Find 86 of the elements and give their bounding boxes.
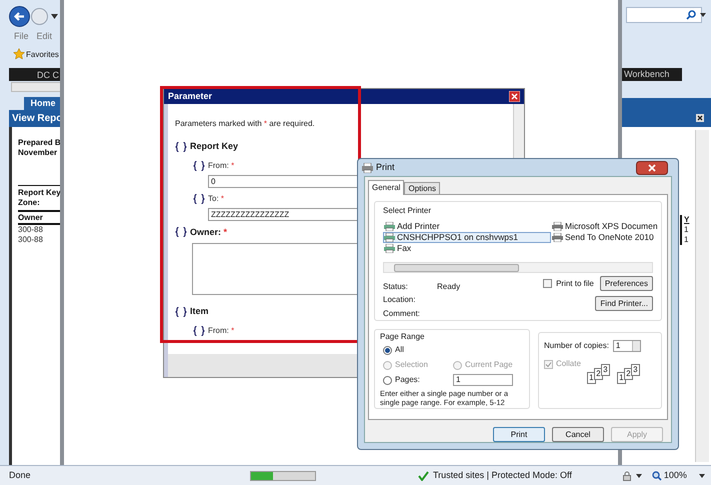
checkbox-label: Print to file bbox=[556, 278, 594, 290]
horizontal-scrollbar[interactable] bbox=[383, 262, 653, 273]
field-label: Report Key bbox=[190, 140, 238, 153]
field-label: From: * bbox=[208, 160, 234, 172]
field-label: Owner: * bbox=[190, 226, 228, 238]
field-label: Comment: bbox=[383, 308, 421, 320]
preferences-button[interactable]: Preferences bbox=[600, 276, 653, 291]
radio-button[interactable] bbox=[383, 376, 392, 384]
dropdown-caret-icon[interactable] bbox=[698, 474, 705, 478]
status-value: Ready bbox=[437, 281, 460, 293]
nav-bar: Workbench bbox=[622, 68, 682, 81]
field-label: To: * bbox=[208, 192, 224, 204]
braces-icon bbox=[193, 160, 205, 170]
printer-icon bbox=[552, 222, 563, 231]
field-label: Item bbox=[190, 305, 209, 318]
collate-pages-drawing: 1 2 3 bbox=[586, 362, 611, 386]
zoom-icon[interactable] bbox=[652, 470, 662, 480]
printer-icon bbox=[552, 233, 563, 242]
report-text: 1 bbox=[684, 235, 690, 245]
braces-icon bbox=[175, 306, 187, 317]
scrollbar[interactable] bbox=[695, 130, 709, 462]
nav-bar bbox=[9, 68, 62, 81]
dialog-button[interactable]: Cancel bbox=[552, 427, 604, 442]
printer-item[interactable]: Add Printer bbox=[383, 221, 551, 232]
menu-item[interactable]: Edit bbox=[36, 30, 52, 44]
braces-icon bbox=[175, 142, 187, 152]
radio-label: All bbox=[395, 344, 404, 356]
braces-icon bbox=[175, 227, 187, 238]
pages-input[interactable]: 1 bbox=[453, 374, 513, 386]
radio-label: Pages: bbox=[395, 374, 420, 386]
checkbox[interactable] bbox=[543, 279, 552, 288]
security-zone: Trusted sites | Protected Mode: Off bbox=[433, 468, 572, 482]
group-legend: Page Range bbox=[380, 331, 524, 343]
dropdown-caret-icon[interactable] bbox=[51, 14, 58, 19]
search-icon[interactable] bbox=[686, 10, 696, 20]
report-text: 1 bbox=[684, 225, 690, 235]
printer-item[interactable]: Fax bbox=[383, 243, 551, 254]
dialog-tab[interactable]: Options bbox=[404, 182, 440, 195]
report-text: Prepared B bbox=[18, 138, 62, 148]
printer-icon bbox=[384, 222, 395, 231]
menu-item[interactable]: File bbox=[14, 30, 29, 44]
group-legend: Select Printer bbox=[383, 205, 653, 217]
scrollbar[interactable] bbox=[11, 82, 62, 92]
dropdown-caret-icon[interactable] bbox=[636, 474, 642, 478]
braces-icon bbox=[193, 326, 205, 336]
dialog-title: Parameter bbox=[168, 90, 212, 103]
dialog-button[interactable]: Print bbox=[493, 427, 545, 442]
back-button[interactable] bbox=[9, 6, 30, 27]
field-label: Location: bbox=[383, 294, 416, 306]
close-button[interactable] bbox=[636, 160, 668, 174]
check-icon bbox=[418, 470, 429, 480]
find-printer-button[interactable]: Find Printer... bbox=[595, 296, 653, 311]
close-icon[interactable] bbox=[696, 114, 704, 122]
radio-label: Current Page bbox=[465, 359, 513, 371]
printer-item[interactable]: CNSHCHPPSO1 on cnshvwps1 bbox=[383, 232, 551, 243]
printer-item[interactable]: Microsoft XPS Documen bbox=[551, 221, 659, 232]
nav-title: DC C bbox=[37, 69, 59, 82]
radio-button[interactable] bbox=[383, 346, 392, 354]
collate-pages-drawing: 1 2 3 bbox=[616, 362, 641, 386]
field-label: From: * bbox=[208, 324, 234, 336]
required-note: Parameters marked with * are required. bbox=[175, 118, 316, 130]
radio-label: Selection bbox=[395, 359, 428, 371]
favorites-button[interactable]: Favorites bbox=[26, 49, 59, 61]
report-text: Y bbox=[684, 215, 690, 225]
dialog-title: Print bbox=[376, 160, 395, 174]
zoom-level[interactable]: 100% bbox=[664, 468, 687, 482]
star-icon bbox=[13, 48, 25, 60]
printer-icon bbox=[384, 244, 395, 253]
printer-icon bbox=[384, 233, 395, 242]
checkbox-label: Collate bbox=[556, 358, 581, 370]
report-text: Zone: bbox=[18, 198, 41, 208]
report-text: November bbox=[18, 148, 58, 158]
field-label: Status: bbox=[383, 281, 409, 293]
dropdown-caret-icon[interactable] bbox=[700, 13, 706, 17]
lock-icon[interactable] bbox=[622, 470, 632, 480]
copies-spinner[interactable]: 1 bbox=[612, 340, 641, 352]
search-field[interactable] bbox=[626, 7, 702, 23]
report-text: 300-88 bbox=[18, 235, 44, 245]
dialog-tab[interactable]: General bbox=[368, 180, 404, 195]
status-text: Done bbox=[9, 468, 32, 482]
printer-icon bbox=[362, 162, 373, 172]
home-tab[interactable]: Home bbox=[24, 97, 62, 110]
report-text: 300-88 bbox=[18, 225, 44, 235]
field-label: Number of copies: bbox=[544, 340, 609, 352]
braces-icon bbox=[193, 194, 205, 204]
printer-item[interactable]: Send To OneNote 2010 bbox=[551, 232, 659, 243]
